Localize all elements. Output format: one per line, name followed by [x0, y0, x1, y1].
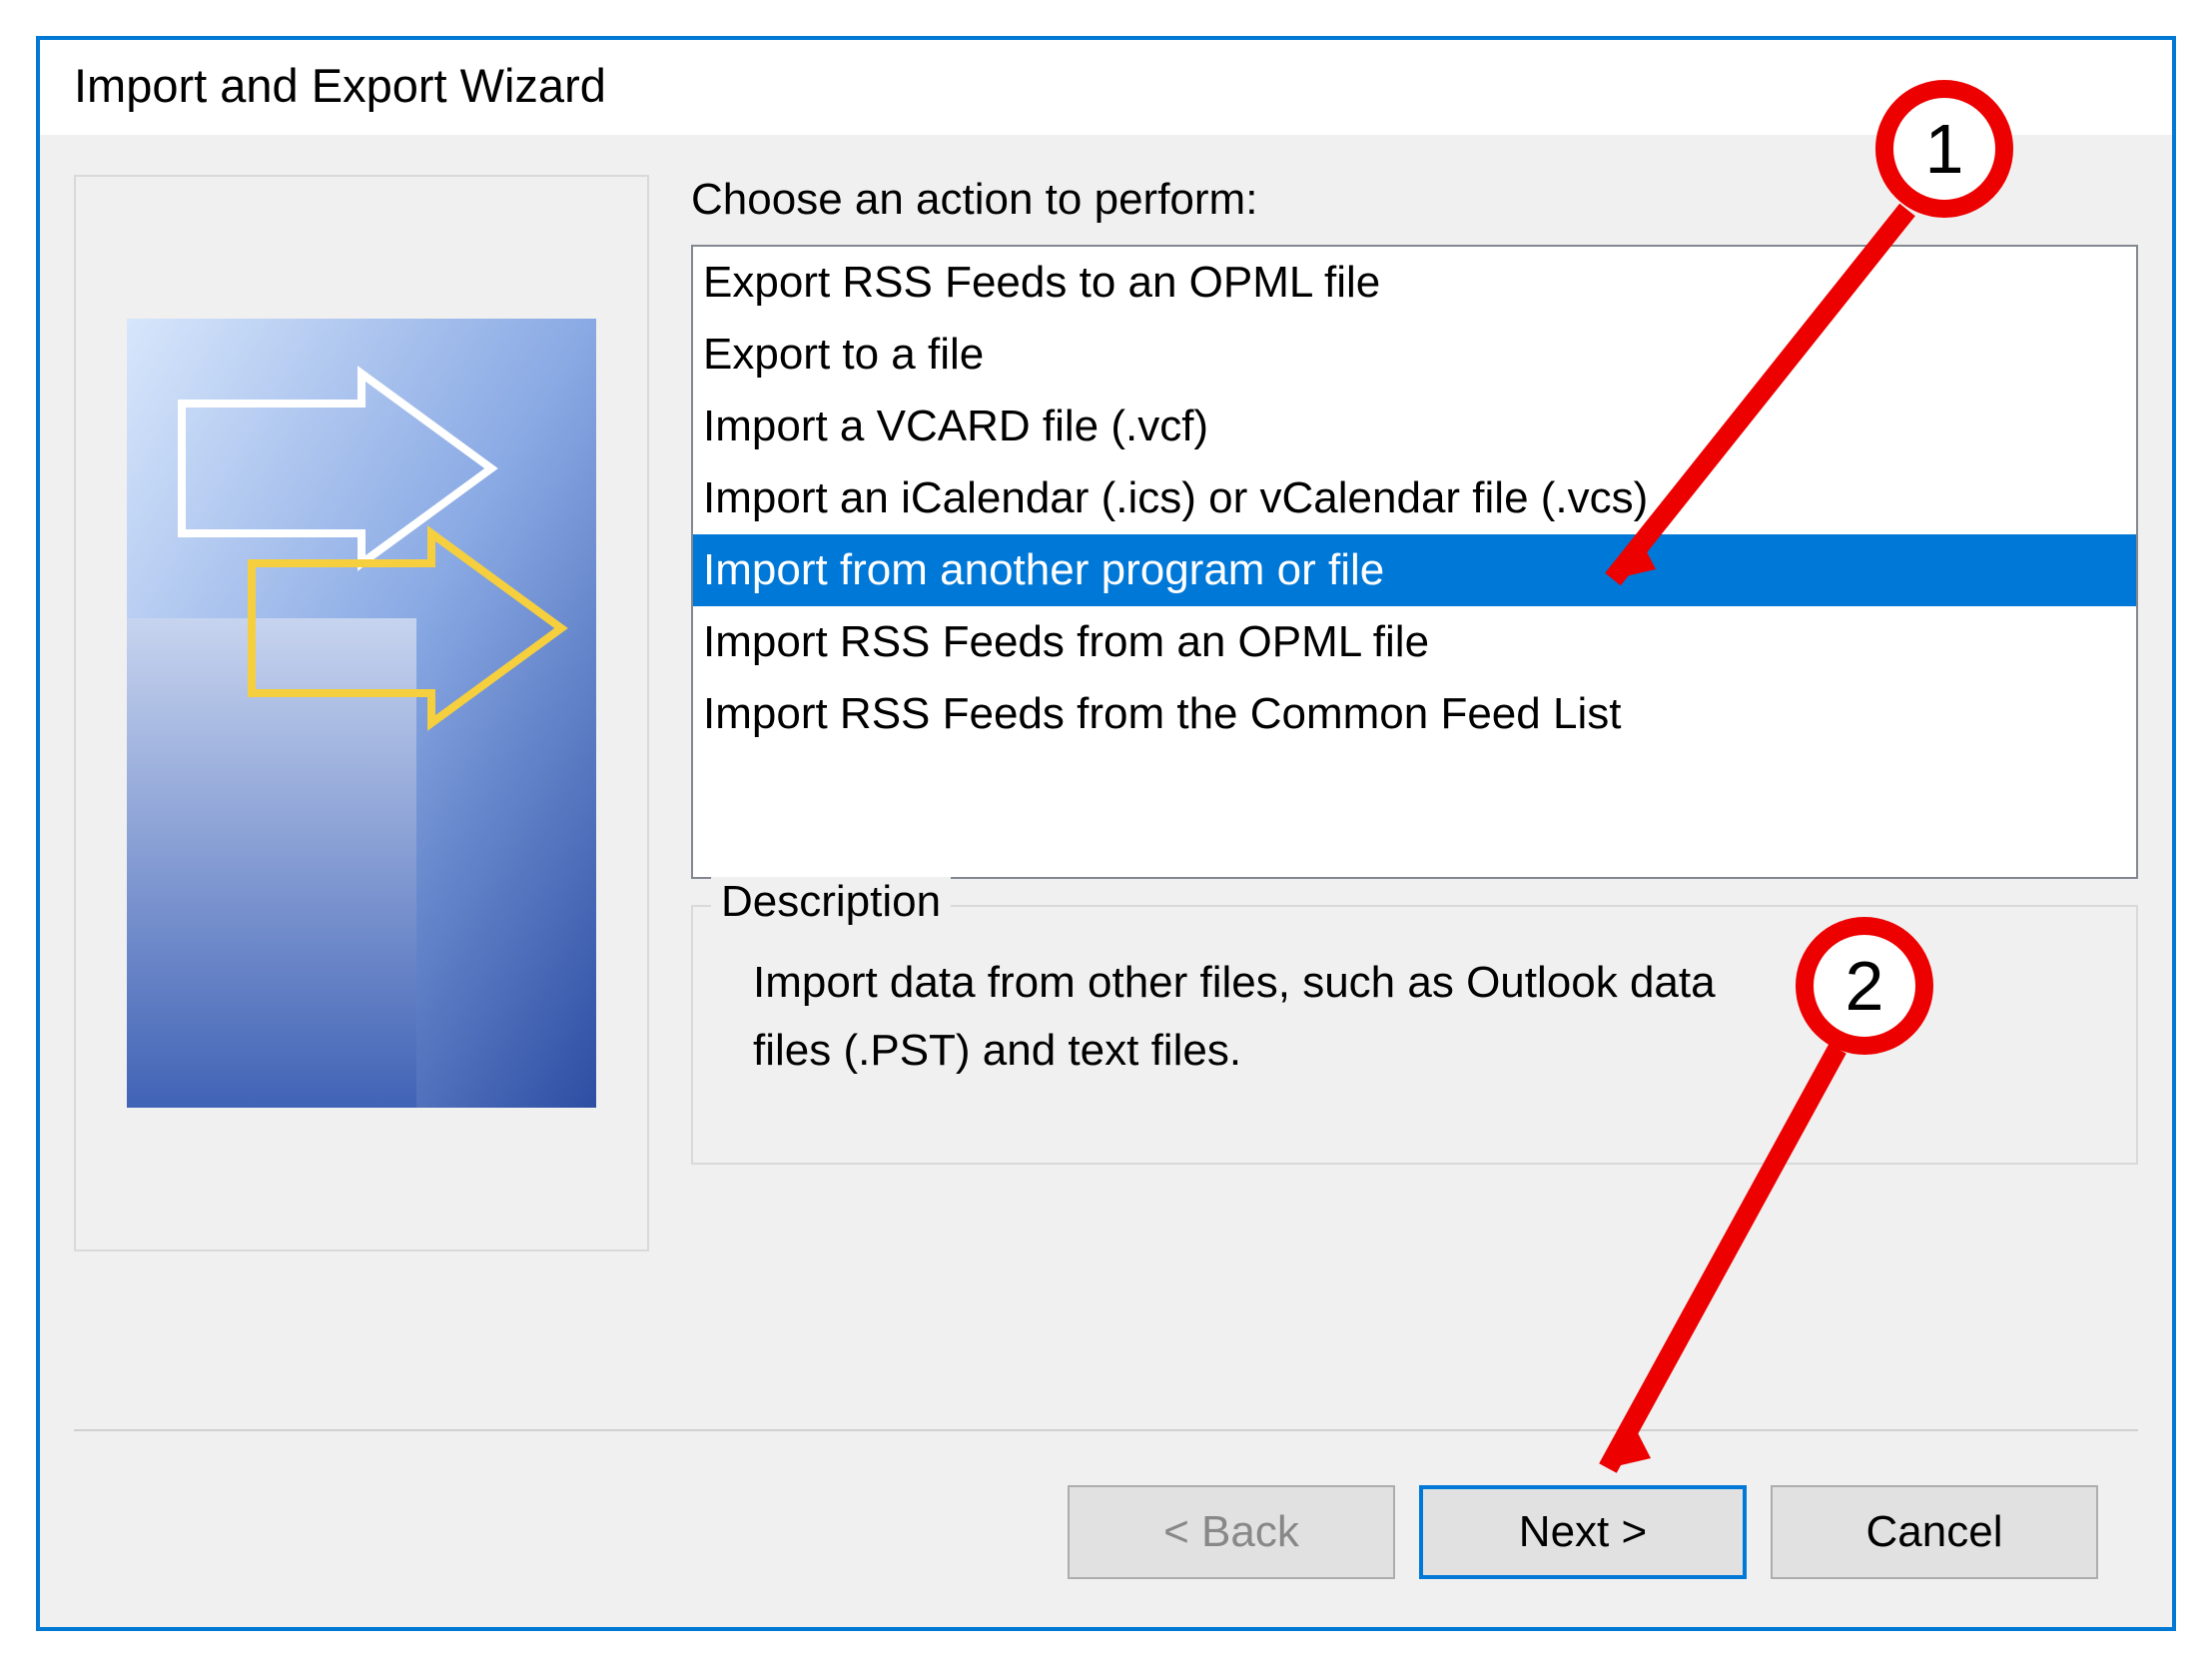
action-option[interactable]: Import a VCARD file (.vcf)	[693, 391, 2136, 462]
action-listbox[interactable]: Export RSS Feeds to an OPML fileExport t…	[691, 245, 2138, 879]
button-row: < Back Next > Cancel	[74, 1431, 2138, 1627]
wizard-arrows-icon	[127, 319, 596, 1108]
wizard-sidebar	[74, 175, 649, 1251]
next-button[interactable]: Next >	[1419, 1485, 1747, 1579]
action-option[interactable]: Import RSS Feeds from an OPML file	[693, 606, 2136, 678]
action-option[interactable]: Export to a file	[693, 319, 2136, 391]
wizard-window: Import and Export Wizard	[36, 36, 2176, 1631]
action-option[interactable]: Import RSS Feeds from the Common Feed Li…	[693, 678, 2136, 750]
description-text: Import data from other files, such as Ou…	[753, 949, 1752, 1085]
back-button[interactable]: < Back	[1068, 1485, 1395, 1579]
action-option[interactable]: Export RSS Feeds to an OPML file	[693, 247, 2136, 319]
action-option[interactable]: Import an iCalendar (.ics) or vCalendar …	[693, 462, 2136, 534]
window-title: Import and Export Wizard	[74, 58, 2138, 113]
main-column: Choose an action to perform: Export RSS …	[691, 175, 2138, 1373]
titlebar: Import and Export Wizard	[40, 40, 2172, 135]
action-prompt: Choose an action to perform:	[691, 175, 2138, 225]
cancel-button[interactable]: Cancel	[1771, 1485, 2098, 1579]
action-option[interactable]: Import from another program or file	[693, 534, 2136, 606]
client-area: Choose an action to perform: Export RSS …	[40, 135, 2172, 1627]
description-group: Description Import data from other files…	[691, 905, 2138, 1165]
description-label: Description	[711, 877, 951, 927]
